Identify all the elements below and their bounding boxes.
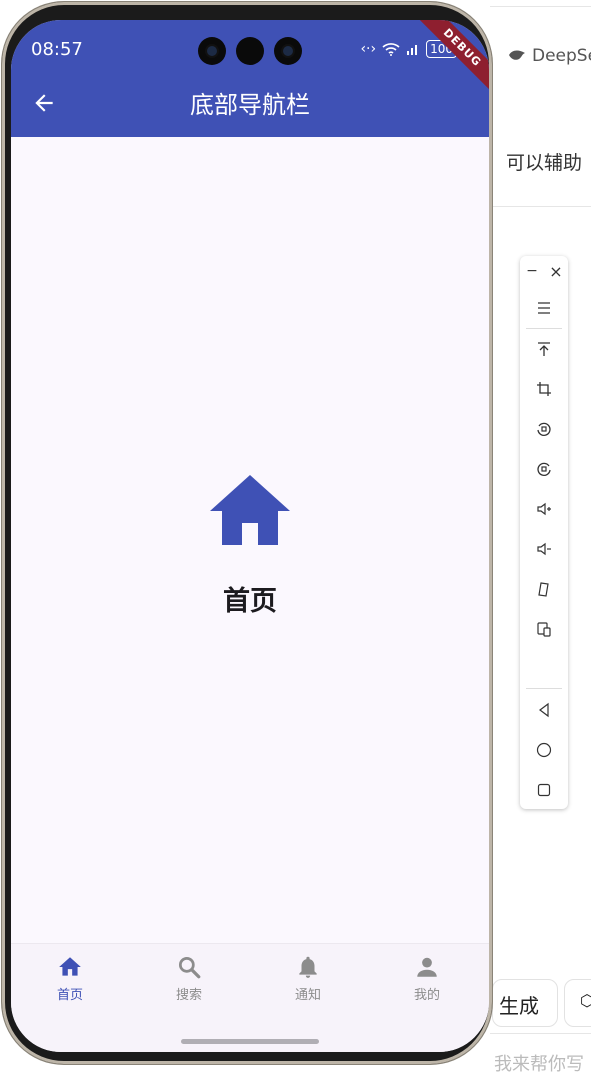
page-content: 首页 — [11, 475, 489, 618]
minimize-label: − — [526, 263, 538, 279]
host-divider-top — [490, 6, 591, 7]
fold-icon — [538, 582, 549, 597]
app-bar-title: 底部导航栏 — [190, 91, 310, 119]
nav-item-home[interactable]: 首页 — [30, 954, 110, 1003]
nav-label-search: 搜索 — [175, 988, 202, 1003]
host-brand[interactable]: DeepSe — [508, 46, 591, 66]
rotate-left-button[interactable] — [520, 416, 568, 442]
screen-mirror-button[interactable] — [520, 616, 568, 642]
nav-label-notifications: 通知 — [294, 988, 321, 1003]
emulator-toolbar: − × — [520, 256, 568, 809]
rotate-left-icon — [537, 422, 551, 436]
home-icon — [210, 475, 290, 545]
host-generate-button[interactable]: 生成 — [492, 979, 558, 1027]
home-circle-icon — [536, 742, 552, 758]
nav-label-home: 首页 — [56, 988, 83, 1003]
person-icon — [417, 957, 437, 977]
back-nav-button[interactable] — [520, 697, 568, 723]
rotate-right-button[interactable] — [520, 456, 568, 482]
phone-screen: 08:57 ‹·› 100 底部导航栏 DEBUG 首页 首页 搜索 通知 我的 — [11, 20, 489, 1052]
home-nav-button[interactable] — [520, 737, 568, 763]
minimize-button[interactable]: − — [520, 258, 544, 284]
close-button[interactable]: × — [544, 258, 568, 284]
nav-item-notifications[interactable]: 通知 — [268, 954, 348, 1003]
back-icon — [539, 702, 549, 718]
overview-icon — [537, 783, 551, 797]
close-label: × — [549, 261, 563, 281]
page-title: 首页 — [223, 586, 277, 617]
menu-button[interactable] — [520, 295, 568, 321]
signal-icon — [407, 45, 418, 55]
top-icon — [538, 342, 550, 356]
gesture-home-indicator[interactable] — [181, 1039, 319, 1044]
search-icon — [178, 956, 201, 979]
toolbar-divider — [526, 328, 562, 329]
nav-label-profile: 我的 — [413, 988, 440, 1003]
fold-button[interactable] — [520, 576, 568, 602]
data-transfer-icon: ‹·› — [360, 41, 377, 57]
scroll-top-button[interactable] — [520, 336, 568, 362]
wifi-icon — [382, 43, 400, 56]
host-divider-mid — [490, 206, 591, 207]
screen-mirror-icon — [537, 622, 551, 637]
host-generate-label: 生成 — [499, 994, 539, 1018]
host-assist-text: 可以辅助 — [506, 152, 583, 174]
crop-icon — [537, 382, 551, 396]
deepseek-logo-icon — [509, 50, 525, 60]
volume-up-button[interactable] — [520, 496, 568, 522]
camera-icon — [236, 37, 264, 65]
crop-button[interactable] — [520, 376, 568, 402]
bell-icon — [299, 956, 317, 978]
camera-icon — [198, 37, 226, 65]
nav-item-profile[interactable]: 我的 — [387, 954, 467, 1003]
nav-item-search[interactable]: 搜索 — [149, 954, 229, 1003]
volume-up-icon — [537, 502, 551, 516]
app-bar: 08:57 ‹·› 100 底部导航栏 DEBUG — [11, 20, 489, 137]
bottom-navigation-bar: 首页 搜索 通知 我的 — [11, 943, 489, 1052]
volume-down-icon — [537, 542, 551, 556]
menu-icon — [538, 302, 550, 314]
cube-icon: ⬡ — [580, 991, 591, 1010]
camera-icon — [274, 37, 302, 65]
volume-down-button[interactable] — [520, 536, 568, 562]
host-extra-button[interactable]: ⬡ — [564, 979, 591, 1027]
status-time: 08:57 — [31, 39, 83, 60]
toolbar-divider — [526, 688, 562, 689]
host-write-placeholder[interactable]: 我来帮你写 — [494, 1050, 584, 1076]
phone-frame: 08:57 ‹·› 100 底部导航栏 DEBUG 首页 首页 搜索 通知 我的 — [2, 2, 492, 1064]
home-icon — [59, 957, 81, 976]
overview-nav-button[interactable] — [520, 777, 568, 803]
rotate-right-icon — [537, 462, 551, 476]
host-brand-text: DeepSe — [532, 46, 591, 66]
host-divider-bottom — [490, 1033, 591, 1034]
